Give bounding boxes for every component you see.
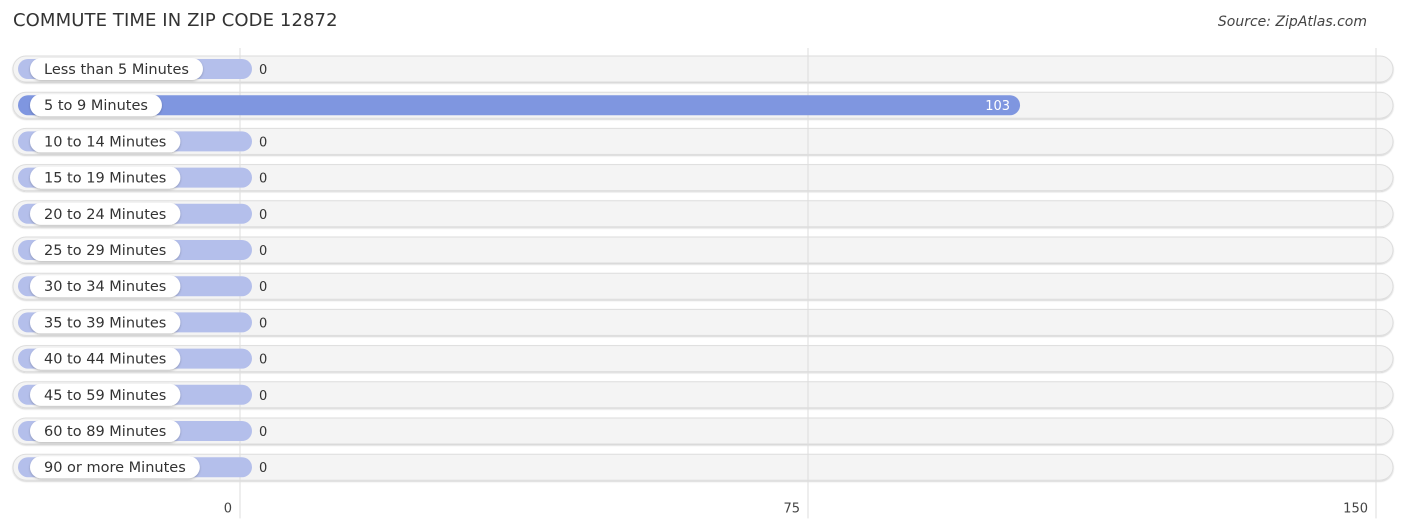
x-tick-label: 150 [1343,501,1368,516]
x-tick-label: 75 [783,501,800,516]
bar [18,95,1021,116]
category-label: 35 to 39 Minutes [44,315,166,331]
value-label: 0 [259,280,267,295]
value-label: 0 [259,389,267,404]
value-label: 0 [259,425,267,440]
category-label: 25 to 29 Minutes [44,243,166,259]
category-label: 5 to 9 Minutes [44,98,148,114]
value-label: 0 [259,316,267,331]
category-label: 30 to 34 Minutes [44,279,166,295]
value-label: 0 [259,172,267,187]
category-label: 45 to 59 Minutes [44,388,166,404]
value-label: 0 [259,63,267,78]
category-label: 60 to 89 Minutes [44,424,166,440]
x-tick-label: 0 [224,501,232,516]
value-label: 0 [259,244,267,259]
category-label: 40 to 44 Minutes [44,352,166,368]
value-label: 0 [259,353,267,368]
category-label: 90 or more Minutes [44,460,186,476]
value-label: 0 [259,208,267,223]
value-label: 0 [259,135,267,150]
bar-chart: Less than 5 Minutes 0 5 to 9 Minutes 103 10 … [12,48,1394,519]
category-label: 20 to 24 Minutes [44,207,166,223]
value-label: 103 [985,99,1010,114]
value-label: 0 [259,461,267,476]
category-label: Less than 5 Minutes [44,62,189,78]
category-label: 10 to 14 Minutes [44,134,166,150]
category-label: 15 to 19 Minutes [44,171,166,187]
